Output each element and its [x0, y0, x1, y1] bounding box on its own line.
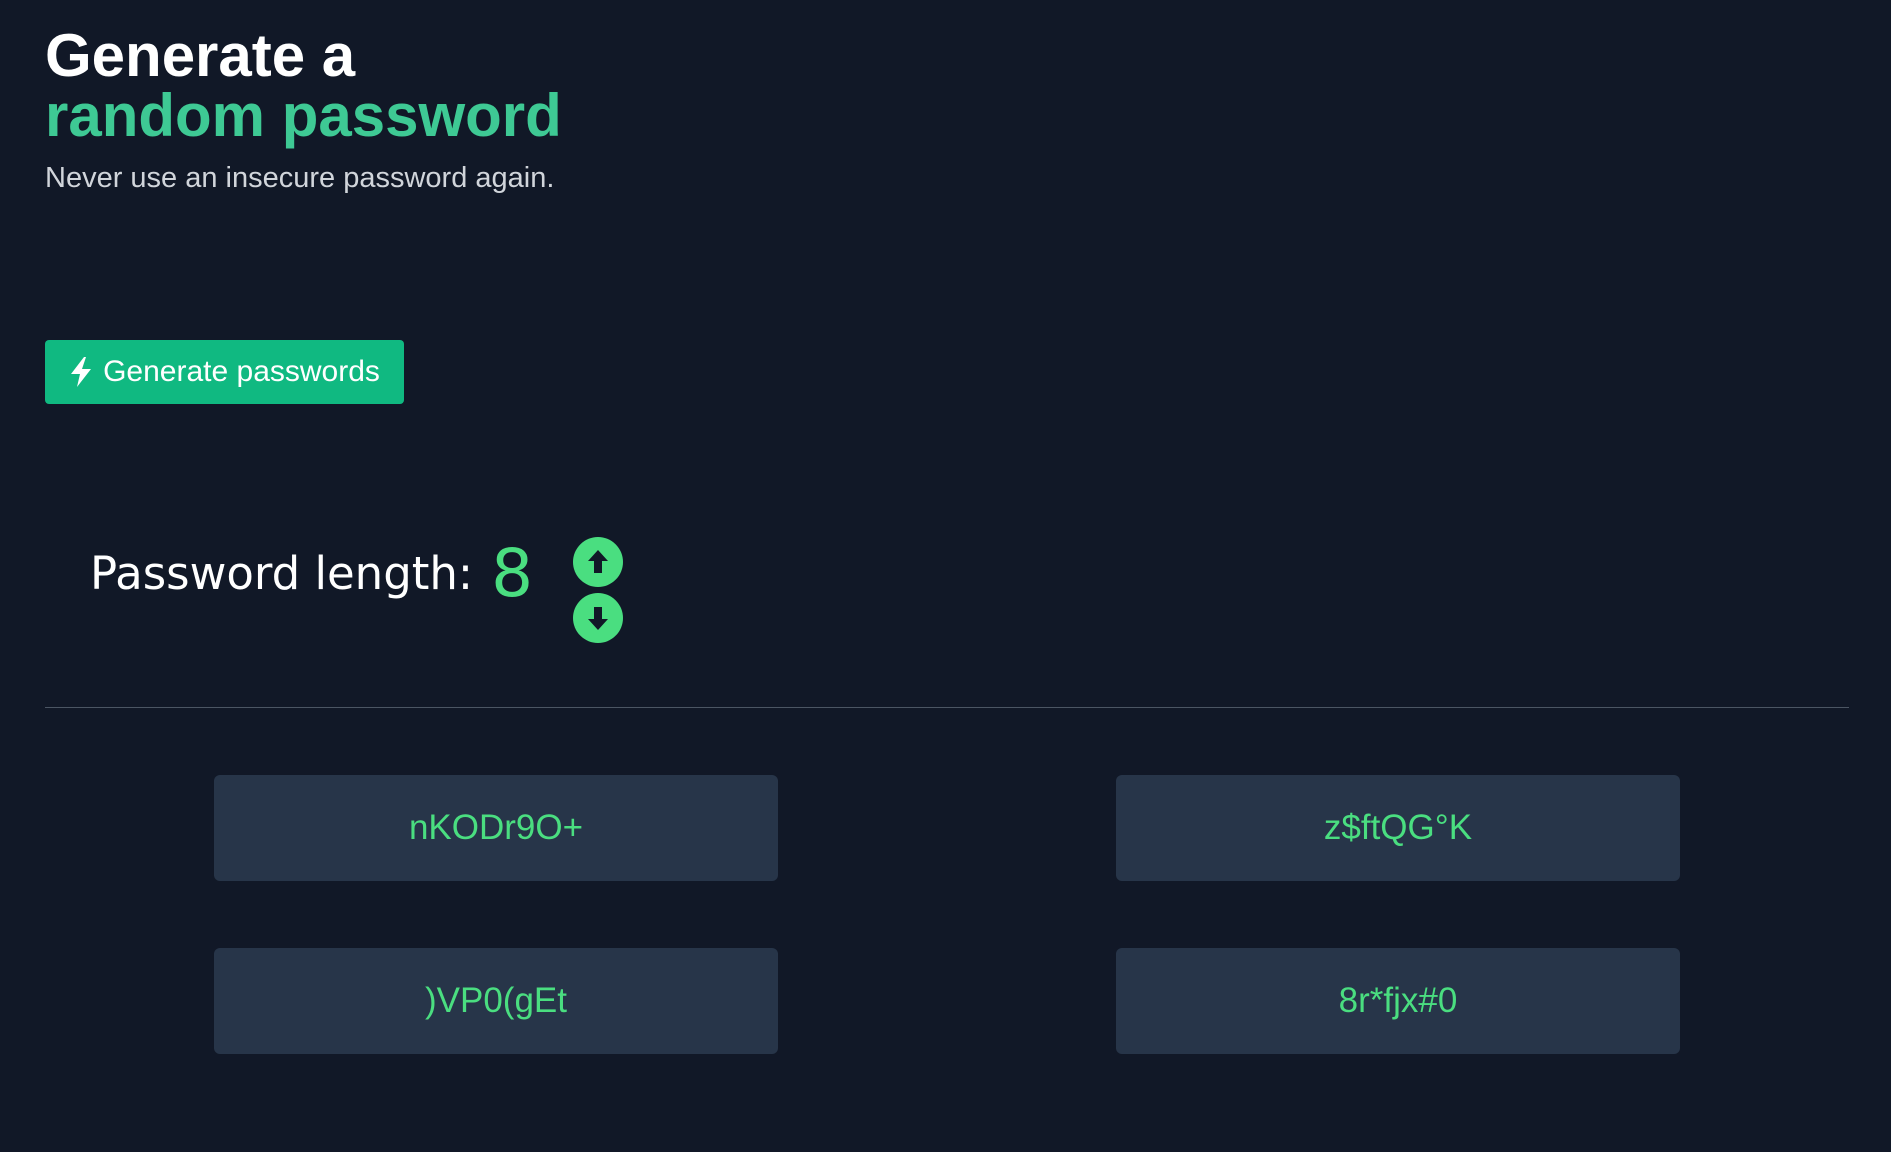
generate-passwords-button[interactable]: Generate passwords	[45, 340, 404, 404]
password-text: z$ftQG°K	[1323, 808, 1473, 847]
arrow-down-circle-icon	[588, 607, 608, 630]
arrow-up-circle-icon	[588, 550, 608, 573]
title-line-2: random password	[45, 82, 562, 149]
password-length-label: Password length:	[90, 547, 474, 600]
password-length-row: Password length: 8	[90, 535, 533, 612]
page-subtitle: Never use an insecure password again.	[45, 162, 555, 194]
increase-length-button[interactable]	[573, 537, 623, 587]
password-generator-page: Generate a random password Never use an …	[0, 0, 1891, 1152]
password-text: nKODr9O+	[408, 808, 584, 847]
password-length-value: 8	[491, 535, 534, 612]
password-box[interactable]: )VP0(gEt	[214, 948, 778, 1054]
password-length-stepper	[573, 537, 623, 643]
password-text: 8r*fjx#0	[1338, 981, 1458, 1020]
password-box[interactable]: z$ftQG°K	[1116, 775, 1680, 881]
generate-passwords-label: Generate passwords	[103, 355, 380, 388]
title-line-1: Generate a	[45, 22, 356, 89]
decrease-length-button[interactable]	[573, 593, 623, 643]
password-text: )VP0(gEt	[425, 981, 567, 1020]
password-box[interactable]: nKODr9O+	[214, 775, 778, 881]
page-title: Generate a random password	[45, 26, 562, 146]
section-divider	[45, 707, 1849, 708]
password-box[interactable]: 8r*fjx#0	[1116, 948, 1680, 1054]
bolt-icon	[71, 357, 92, 387]
